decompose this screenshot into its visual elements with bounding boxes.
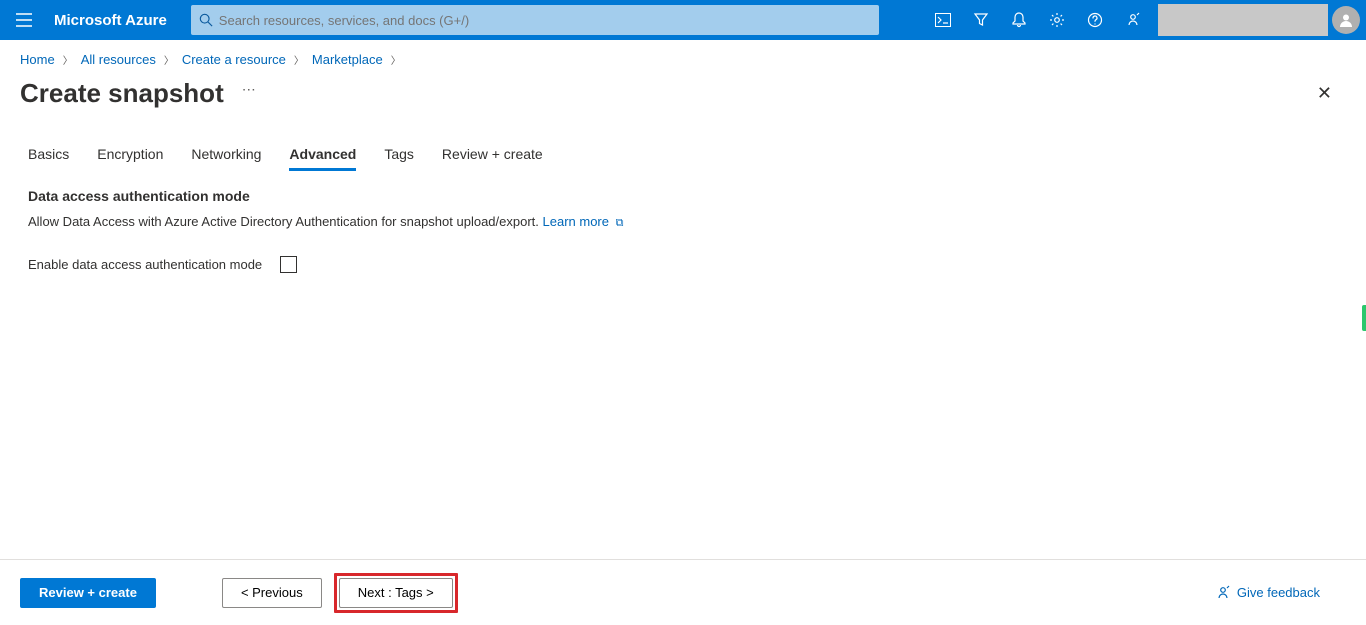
tab-tags[interactable]: Tags — [384, 146, 414, 170]
top-nav-bar: Microsoft Azure — [0, 0, 1366, 40]
chevron-right-icon: 〉 — [63, 52, 73, 67]
help-icon — [1087, 12, 1103, 28]
feedback-button[interactable] — [1114, 0, 1152, 40]
highlighted-next-box: Next : Tags > — [334, 573, 458, 613]
give-feedback-label: Give feedback — [1237, 585, 1320, 600]
section-heading: Data access authentication mode — [28, 188, 1338, 204]
brand-label[interactable]: Microsoft Azure — [54, 12, 167, 29]
settings-button[interactable] — [1038, 0, 1076, 40]
help-button[interactable] — [1076, 0, 1114, 40]
global-search-box[interactable] — [191, 5, 879, 35]
feedback-person-icon — [1215, 585, 1231, 601]
chevron-right-icon: 〉 — [164, 52, 174, 67]
hamburger-icon — [16, 13, 32, 27]
give-feedback-link[interactable]: Give feedback — [1215, 585, 1320, 601]
breadcrumb-create-resource[interactable]: Create a resource — [182, 52, 286, 67]
tabs: Basics Encryption Networking Advanced Ta… — [0, 110, 1366, 170]
tab-content: Data access authentication mode Allow Da… — [0, 170, 1366, 291]
section-description-row: Allow Data Access with Azure Active Dire… — [28, 214, 1338, 230]
page-title: Create snapshot — [20, 78, 224, 109]
notifications-button[interactable] — [1000, 0, 1038, 40]
search-input[interactable] — [213, 13, 871, 28]
checkbox-row: Enable data access authentication mode — [28, 256, 1338, 273]
cloud-shell-icon — [935, 13, 951, 27]
account-info-box[interactable] — [1158, 4, 1328, 36]
side-accent — [1362, 305, 1366, 331]
chevron-right-icon: 〉 — [294, 52, 304, 67]
directories-button[interactable] — [962, 0, 1000, 40]
breadcrumb-all-resources[interactable]: All resources — [81, 52, 156, 67]
tab-encryption[interactable]: Encryption — [97, 146, 163, 170]
breadcrumb-marketplace[interactable]: Marketplace — [312, 52, 383, 67]
tab-basics[interactable]: Basics — [28, 146, 69, 170]
previous-button[interactable]: < Previous — [222, 578, 322, 608]
enable-data-access-checkbox[interactable] — [280, 256, 297, 273]
breadcrumb-home[interactable]: Home — [20, 52, 55, 67]
more-actions-button[interactable]: ⋯ — [242, 81, 257, 98]
wizard-footer: Review + create < Previous Next : Tags >… — [0, 559, 1366, 625]
section-description: Allow Data Access with Azure Active Dire… — [28, 214, 539, 229]
avatar[interactable] — [1332, 6, 1360, 34]
tab-review-create[interactable]: Review + create — [442, 146, 543, 170]
page-header: Create snapshot ⋯ ✕ — [0, 71, 1366, 110]
feedback-person-icon — [1125, 12, 1141, 28]
learn-more-link[interactable]: Learn more ⧉ — [543, 214, 624, 229]
review-create-button[interactable]: Review + create — [20, 578, 156, 608]
close-button[interactable]: ✕ — [1307, 77, 1342, 110]
learn-more-label: Learn more — [543, 214, 609, 229]
search-icon — [199, 13, 213, 27]
external-link-icon: ⧉ — [616, 217, 624, 229]
avatar-icon — [1337, 11, 1355, 29]
filter-icon — [973, 12, 989, 28]
gear-icon — [1049, 12, 1065, 28]
topbar-icons — [924, 0, 1360, 40]
next-button[interactable]: Next : Tags > — [339, 578, 453, 608]
breadcrumb: Home 〉 All resources 〉 Create a resource… — [0, 40, 1366, 71]
chevron-right-icon: 〉 — [391, 52, 401, 67]
bell-icon — [1012, 12, 1026, 28]
hamburger-menu-button[interactable] — [4, 0, 44, 40]
tab-networking[interactable]: Networking — [191, 146, 261, 170]
checkbox-label: Enable data access authentication mode — [28, 257, 280, 272]
tab-advanced[interactable]: Advanced — [289, 146, 356, 170]
cloud-shell-button[interactable] — [924, 0, 962, 40]
